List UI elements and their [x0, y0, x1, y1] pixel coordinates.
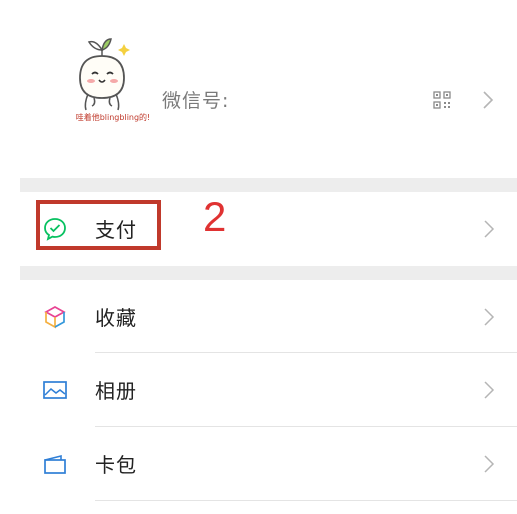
- section-gap: [20, 266, 517, 280]
- menu-item-favorites-label: 收藏: [95, 306, 137, 330]
- menu-item-cards-label: 卡包: [95, 453, 137, 477]
- menu-item-album[interactable]: 相册: [0, 353, 517, 427]
- me-page: 哇着他blingbling的! 微信号: 支付 收藏 相册 卡包 2: [0, 0, 517, 514]
- menu-item-album-label: 相册: [95, 379, 137, 403]
- avatar[interactable]: 哇着他blingbling的!: [58, 32, 168, 132]
- chevron-right-icon[interactable]: [481, 88, 495, 112]
- pay-highlight-box: [36, 200, 161, 250]
- wallet-icon: [42, 451, 68, 477]
- picture-icon: [42, 377, 68, 403]
- chevron-right-icon: [483, 453, 495, 475]
- wechat-id-label: 微信号:: [162, 90, 230, 112]
- qr-code-icon[interactable]: [433, 91, 451, 109]
- chevron-right-icon: [483, 306, 495, 328]
- cube-icon: [42, 304, 68, 330]
- divider: [95, 500, 517, 501]
- annotation-step-number: 2: [203, 193, 227, 240]
- avatar-caption: 哇着他blingbling的!: [75, 113, 151, 122]
- menu-item-favorites[interactable]: 收藏: [0, 280, 517, 354]
- menu-item-cards[interactable]: 卡包: [0, 427, 517, 501]
- chevron-right-icon: [483, 379, 495, 401]
- section-gap: [20, 178, 517, 192]
- profile-header[interactable]: 哇着他blingbling的! 微信号:: [0, 0, 517, 178]
- chevron-right-icon: [483, 218, 495, 240]
